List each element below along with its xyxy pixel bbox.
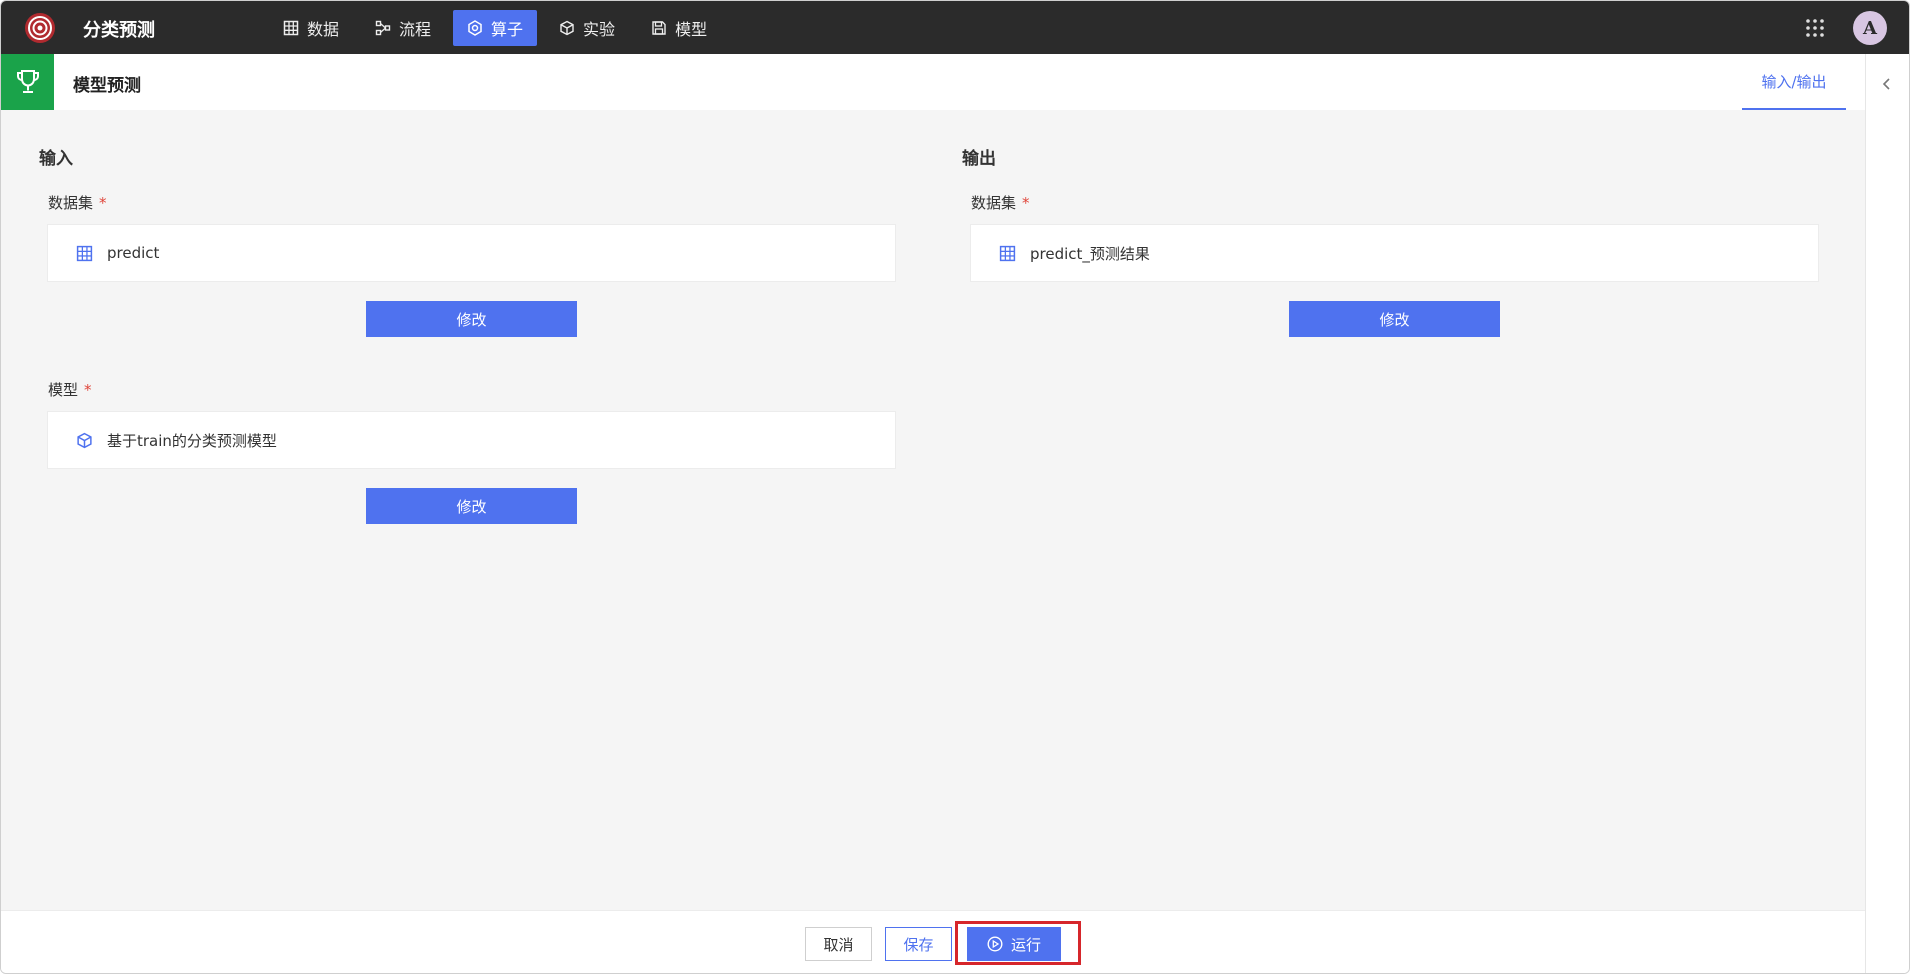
nav-item-flow[interactable]: 流程: [361, 10, 445, 46]
app-logo-icon[interactable]: [23, 11, 57, 45]
nav-item-label: 流程: [399, 20, 432, 39]
edit-output-dataset-button[interactable]: 修改: [1289, 301, 1500, 337]
required-mark: *: [1022, 194, 1030, 212]
nav-item-model[interactable]: 模型: [637, 10, 721, 46]
output-dataset-field: predict_预测结果: [970, 224, 1819, 282]
main-nav: 数据 流程 算子 实验 模型: [269, 10, 729, 46]
required-mark: *: [99, 194, 107, 212]
input-section-title: 输入: [39, 149, 73, 169]
nav-item-label: 数据: [307, 20, 340, 39]
input-dataset-label: 数据集 *: [48, 192, 107, 213]
right-rail: [1865, 54, 1909, 973]
main-content: 输入 数据集 * predict 修改 模型 * 基于train的分类预测模型 …: [1, 110, 1865, 910]
nav-item-operator[interactable]: 算子: [453, 10, 538, 46]
top-bar: 分类预测 数据 流程 算子 实验 模型 A: [1, 1, 1909, 54]
chevron-left-icon[interactable]: [1881, 76, 1893, 95]
page-header: 模型预测 输入/输出: [1, 54, 1865, 111]
input-dataset-field: predict: [47, 224, 896, 282]
run-button-label: 运行: [1010, 935, 1041, 954]
flow-icon: [375, 20, 391, 36]
table-icon: [283, 20, 299, 36]
play-circle-icon: [987, 936, 1003, 952]
footer-bar: 取消 保存 运行: [1, 910, 1865, 973]
user-avatar[interactable]: A: [1853, 11, 1887, 45]
nav-item-label: 实验: [583, 20, 616, 39]
input-model-label: 模型 *: [48, 379, 92, 400]
app-window: 分类预测 数据 流程 算子 实验 模型 A 模型预测 输入/输出 输入 数据集 …: [0, 0, 1910, 974]
table-icon: [999, 245, 1016, 261]
nav-item-experiment[interactable]: 实验: [545, 10, 629, 46]
cube-icon: [560, 20, 574, 36]
run-button[interactable]: 运行: [967, 927, 1061, 961]
page-title: 模型预测: [73, 76, 141, 96]
required-mark: *: [84, 381, 92, 399]
edit-input-dataset-button[interactable]: 修改: [366, 301, 577, 337]
save-icon: [652, 21, 666, 35]
edit-input-model-button[interactable]: 修改: [366, 488, 577, 524]
cube-icon: [77, 432, 92, 448]
output-dataset-value: predict_预测结果: [1030, 244, 1150, 263]
trophy-icon: [1, 54, 54, 110]
operator-icon: [468, 20, 482, 36]
nav-item-label: 算子: [491, 20, 524, 39]
apps-grid-icon[interactable]: [1805, 18, 1825, 42]
table-icon: [76, 245, 93, 261]
nav-item-data[interactable]: 数据: [269, 10, 353, 46]
input-model-field: 基于train的分类预测模型: [47, 411, 896, 469]
output-section-title: 输出: [962, 149, 996, 169]
output-dataset-label: 数据集 *: [971, 192, 1030, 213]
input-model-label-text: 模型: [48, 381, 79, 399]
input-dataset-label-text: 数据集: [48, 194, 94, 212]
save-button[interactable]: 保存: [885, 927, 952, 961]
tab-input-output[interactable]: 输入/输出: [1742, 54, 1846, 110]
nav-item-label: 模型: [675, 20, 708, 39]
input-dataset-value: predict: [107, 244, 160, 262]
output-dataset-label-text: 数据集: [971, 194, 1017, 212]
input-model-value: 基于train的分类预测模型: [107, 431, 277, 450]
app-title: 分类预测: [83, 20, 155, 41]
cancel-button[interactable]: 取消: [805, 927, 872, 961]
